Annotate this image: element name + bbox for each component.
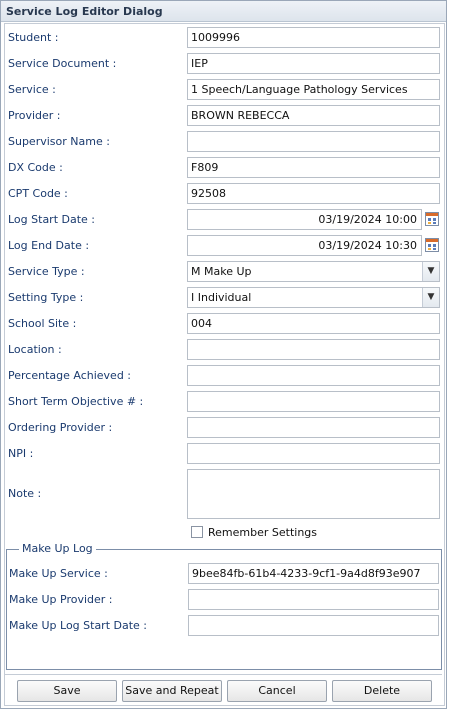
school-site-label: School Site : (8, 317, 77, 330)
percentage-achieved-field[interactable] (187, 365, 440, 386)
note-row: Note : (5, 469, 442, 519)
service-type-select[interactable]: M Make Up ▼ (187, 261, 440, 282)
service-type-label: Service Type : (8, 265, 85, 278)
cpt-code-row: CPT Code : 92508 (5, 183, 442, 205)
location-label: Location : (8, 343, 62, 356)
cpt-code-label: CPT Code : (8, 187, 68, 200)
provider-row: Provider : BROWN REBECCA (5, 105, 442, 127)
log-start-date-field[interactable]: 03/19/2024 10:00 (187, 209, 422, 230)
percentage-achieved-label: Percentage Achieved : (8, 369, 132, 382)
npi-row: NPI : (5, 443, 442, 465)
make-up-provider-field[interactable] (188, 589, 439, 610)
service-document-row: Service Document : IEP (5, 53, 442, 75)
service-document-field[interactable]: IEP (187, 53, 440, 74)
cpt-code-field[interactable]: 92508 (187, 183, 440, 204)
student-field[interactable]: 1009996 (187, 27, 440, 48)
student-label: Student : (8, 31, 59, 44)
make-up-log-legend: Make Up Log (19, 542, 96, 555)
service-field[interactable]: 1 Speech/Language Pathology Services (187, 79, 440, 100)
log-end-date-field[interactable]: 03/19/2024 10:30 (187, 235, 422, 256)
note-textarea[interactable] (187, 469, 440, 519)
location-field[interactable] (187, 339, 440, 360)
service-log-editor-dialog: Service Log Editor Dialog Student : 1009… (0, 0, 447, 709)
log-start-date-label: Log Start Date : (8, 213, 96, 226)
supervisor-name-row: Supervisor Name : (5, 131, 442, 153)
ordering-provider-label: Ordering Provider : (8, 421, 113, 434)
percentage-achieved-row: Percentage Achieved : (5, 365, 442, 387)
dx-code-row: DX Code : F809 (5, 157, 442, 179)
school-site-row: School Site : 004 (5, 313, 442, 335)
short-term-objective-row: Short Term Objective # : (5, 391, 442, 413)
service-row: Service : 1 Speech/Language Pathology Se… (5, 79, 442, 101)
location-row: Location : (5, 339, 442, 361)
calendar-icon[interactable] (425, 238, 439, 252)
remember-settings-checkbox[interactable] (191, 526, 203, 538)
setting-type-label: Setting Type : (8, 291, 84, 304)
dx-code-label: DX Code : (8, 161, 63, 174)
calendar-icon[interactable] (425, 212, 439, 226)
npi-label: NPI : (8, 447, 34, 460)
setting-type-value: I Individual (191, 291, 252, 304)
make-up-service-label: Make Up Service : (9, 567, 108, 580)
note-label: Note : (8, 487, 42, 500)
chevron-down-icon[interactable]: ▼ (422, 288, 439, 307)
provider-label: Provider : (8, 109, 61, 122)
provider-field[interactable]: BROWN REBECCA (187, 105, 440, 126)
remember-settings-label: Remember Settings (208, 526, 318, 539)
make-up-service-row: Make Up Service : 9bee84fb-61b4-4233-9cf… (7, 563, 439, 585)
make-up-log-start-date-row: Make Up Log Start Date : (7, 615, 439, 637)
make-up-provider-row: Make Up Provider : (7, 589, 439, 611)
make-up-log-start-date-field[interactable] (188, 615, 439, 636)
short-term-objective-field[interactable] (187, 391, 440, 412)
make-up-service-field[interactable]: 9bee84fb-61b4-4233-9cf1-9a4d8f93e907 (188, 563, 439, 584)
save-button[interactable]: Save (17, 680, 117, 702)
short-term-objective-label: Short Term Objective # : (8, 395, 144, 408)
setting-type-select[interactable]: I Individual ▼ (187, 287, 440, 308)
make-up-log-group: Make Up Log Make Up Service : 9bee84fb-6… (6, 542, 442, 670)
make-up-provider-label: Make Up Provider : (9, 593, 113, 606)
service-type-value: M Make Up (191, 265, 252, 278)
log-end-date-label: Log End Date : (8, 239, 90, 252)
chevron-down-icon[interactable]: ▼ (422, 262, 439, 281)
school-site-field[interactable]: 004 (187, 313, 440, 334)
supervisor-name-label: Supervisor Name : (8, 135, 110, 148)
service-document-label: Service Document : (8, 57, 117, 70)
service-type-row: Service Type : M Make Up ▼ (5, 261, 442, 283)
ordering-provider-field[interactable] (187, 417, 440, 438)
log-end-date-row: Log End Date : 03/19/2024 10:30 (5, 235, 442, 257)
dx-code-field[interactable]: F809 (187, 157, 440, 178)
setting-type-row: Setting Type : I Individual ▼ (5, 287, 442, 309)
log-start-date-row: Log Start Date : 03/19/2024 10:00 (5, 209, 442, 231)
dialog-title: Service Log Editor Dialog (6, 5, 163, 18)
save-and-repeat-button[interactable]: Save and Repeat (122, 680, 222, 702)
delete-button[interactable]: Delete (332, 680, 432, 702)
dialog-titlebar[interactable]: Service Log Editor Dialog (1, 1, 446, 22)
student-row: Student : 1009996 (5, 27, 442, 49)
cancel-button[interactable]: Cancel (227, 680, 327, 702)
npi-field[interactable] (187, 443, 440, 464)
supervisor-name-field[interactable] (187, 131, 440, 152)
button-bar: Save Save and Repeat Cancel Delete (5, 674, 442, 705)
make-up-log-start-date-label: Make Up Log Start Date : (9, 619, 148, 632)
dialog-body: Student : 1009996 Service Document : IEP… (4, 23, 445, 706)
service-label: Service : (8, 83, 56, 96)
ordering-provider-row: Ordering Provider : (5, 417, 442, 439)
